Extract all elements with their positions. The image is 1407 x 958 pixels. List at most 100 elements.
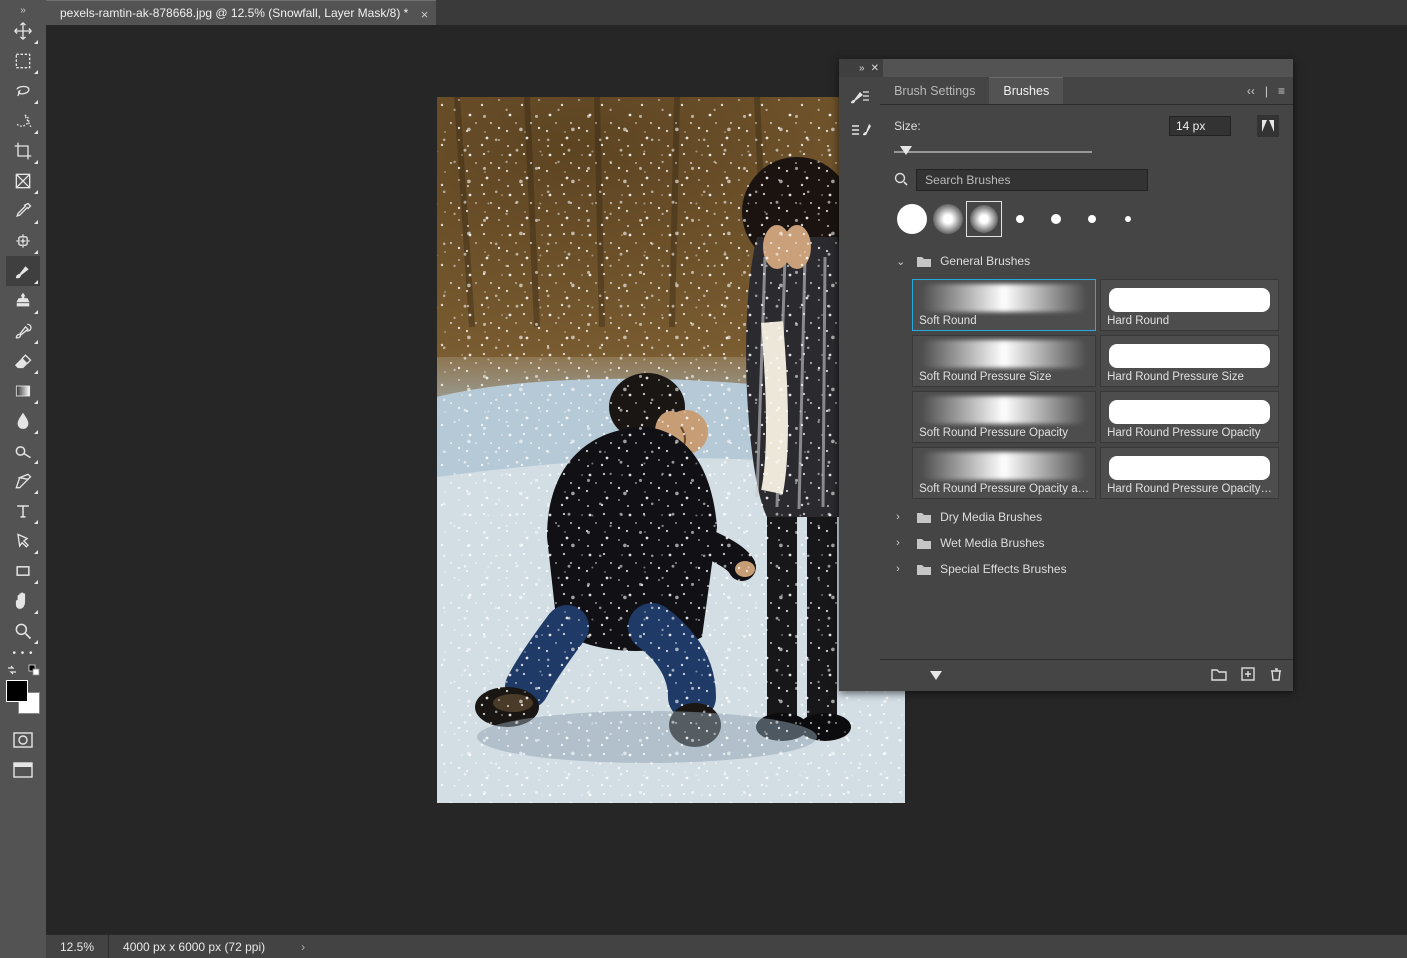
panel-tabs: Brush Settings Brushes ‹‹ | ≡ — [880, 77, 1293, 105]
pen-tool[interactable] — [6, 466, 40, 496]
brush-preset[interactable]: Soft Round Pressure Size — [912, 335, 1096, 387]
brush-tip[interactable] — [1002, 201, 1038, 237]
eyedropper-tool[interactable] — [6, 196, 40, 226]
clone-stamp-tool[interactable] — [6, 286, 40, 316]
rectangle-tool[interactable] — [6, 556, 40, 586]
brush-preset-label: Hard Round Pressure Opacity… — [1101, 480, 1278, 498]
document-tab-title: pexels-ramtin-ak-878668.jpg @ 12.5% (Sno… — [60, 6, 408, 20]
frame-tool[interactable] — [6, 166, 40, 196]
folder-label: Special Effects Brushes — [940, 562, 1067, 576]
tab-brushes[interactable]: Brushes — [989, 77, 1063, 104]
brush-preset[interactable]: Soft Round Pressure Opacity a… — [912, 447, 1096, 499]
document-tabs: pexels-ramtin-ak-878668.jpg @ 12.5% (Sno… — [46, 0, 1407, 26]
brush-tip[interactable] — [966, 201, 1002, 237]
history-brush-tool[interactable] — [6, 316, 40, 346]
chevron-down-icon: ⌄ — [896, 255, 908, 268]
brushes-icon[interactable] — [844, 117, 876, 141]
dodge-tool[interactable] — [6, 436, 40, 466]
type-tool[interactable] — [6, 496, 40, 526]
folder-icon — [916, 536, 932, 550]
quick-mask-icon[interactable] — [13, 732, 33, 748]
tools-panel: » — [0, 0, 46, 958]
status-info-menu-icon[interactable]: › — [301, 940, 305, 954]
folder-icon — [916, 562, 932, 576]
brush-tool[interactable] — [6, 256, 40, 286]
close-panel-icon[interactable]: ✕ — [871, 63, 879, 74]
tab-brush-settings[interactable]: Brush Settings — [880, 77, 989, 104]
new-brush-icon[interactable] — [1241, 667, 1255, 684]
spot-healing-tool[interactable] — [6, 226, 40, 256]
brush-preset[interactable]: Hard Round Pressure Opacity… — [1100, 447, 1279, 499]
brush-preset-label: Hard Round — [1101, 312, 1278, 330]
quick-selection-tool[interactable] — [6, 106, 40, 136]
gradient-tool[interactable] — [6, 376, 40, 406]
hand-tool[interactable] — [6, 586, 40, 616]
close-tab-icon[interactable]: × — [421, 7, 429, 22]
toolbar-expand[interactable]: » — [0, 4, 46, 16]
brush-size-slider[interactable] — [894, 143, 1092, 161]
brush-preset-label: Soft Round Pressure Opacity — [913, 424, 1095, 442]
brush-preset[interactable]: Hard Round Pressure Opacity — [1100, 391, 1279, 443]
folder-general-brushes[interactable]: ⌄ General Brushes — [894, 249, 1279, 273]
folder-label: Dry Media Brushes — [940, 510, 1042, 524]
default-colors-icon[interactable] — [28, 664, 40, 676]
folder-icon — [916, 510, 932, 524]
brush-preset[interactable]: Soft Round — [912, 279, 1096, 331]
preview-size-slider[interactable] — [930, 671, 942, 680]
document-tab[interactable]: pexels-ramtin-ak-878668.jpg @ 12.5% (Sno… — [46, 0, 436, 25]
panel-collapse-icon[interactable]: ‹‹ — [1247, 84, 1255, 98]
folder-label: Wet Media Brushes — [940, 536, 1045, 550]
folder-dry-media[interactable]: › Dry Media Brushes — [894, 505, 1279, 529]
screen-mode-icon[interactable] — [13, 762, 33, 778]
brush-tip[interactable] — [1110, 201, 1146, 237]
zoom-tool[interactable] — [6, 616, 40, 646]
folder-label: General Brushes — [940, 254, 1030, 268]
brush-preset[interactable]: Hard Round Pressure Size — [1100, 335, 1279, 387]
brush-settings-icon[interactable] — [844, 85, 876, 109]
brush-preset[interactable]: Hard Round — [1100, 279, 1279, 331]
panel-divider: | — [1265, 84, 1268, 98]
panel-side-icons — [839, 77, 880, 691]
new-group-icon[interactable] — [1211, 667, 1227, 684]
foreground-color[interactable] — [6, 680, 28, 702]
folder-wet-media[interactable]: › Wet Media Brushes — [894, 531, 1279, 555]
lasso-tool[interactable] — [6, 76, 40, 106]
folder-special-effects[interactable]: › Special Effects Brushes — [894, 557, 1279, 581]
brush-tip[interactable] — [930, 201, 966, 237]
size-label: Size: — [894, 119, 921, 133]
move-tool[interactable] — [6, 16, 40, 46]
eraser-tool[interactable] — [6, 346, 40, 376]
crop-tool[interactable] — [6, 136, 40, 166]
status-bar: 12.5% 4000 px x 6000 px (72 ppi) › — [46, 934, 1407, 958]
blur-tool[interactable] — [6, 406, 40, 436]
chevron-right-icon: › — [896, 563, 908, 575]
canvas-area: » ✕ Brush Settings Brushes ‹‹ — [46, 26, 1407, 934]
brush-preset-label: Soft Round Pressure Opacity a… — [913, 480, 1095, 498]
rectangular-marquee-tool[interactable] — [6, 46, 40, 76]
brush-tip[interactable] — [1038, 201, 1074, 237]
document-canvas[interactable] — [437, 97, 905, 803]
search-icon — [894, 172, 908, 189]
color-swatches[interactable] — [6, 680, 40, 714]
document-info[interactable]: 4000 px x 6000 px (72 ppi) — [109, 940, 279, 954]
brush-preset-label: Soft Round — [913, 312, 1095, 330]
brush-tip[interactable] — [1074, 201, 1110, 237]
brush-preset[interactable]: Soft Round Pressure Opacity — [912, 391, 1096, 443]
brush-tip[interactable] — [894, 201, 930, 237]
zoom-level[interactable]: 12.5% — [46, 935, 109, 958]
search-brushes-input[interactable]: Search Brushes — [916, 169, 1148, 191]
brush-preset-label: Hard Round Pressure Opacity — [1101, 424, 1278, 442]
swap-colors-icon[interactable] — [6, 664, 18, 676]
brush-size-input[interactable]: 14 px — [1169, 116, 1231, 136]
toolbar-overflow[interactable]: • • • — [12, 646, 33, 660]
brushes-panel: » ✕ Brush Settings Brushes ‹‹ — [839, 59, 1293, 691]
delete-brush-icon[interactable] — [1269, 667, 1283, 684]
panel-footer — [880, 659, 1293, 691]
folder-icon — [916, 254, 932, 268]
brush-grid: Soft Round Hard Round Soft Round Pressure … — [912, 279, 1279, 499]
panel-menu-icon[interactable]: ≡ — [1278, 84, 1285, 98]
path-selection-tool[interactable] — [6, 526, 40, 556]
collapse-icon[interactable]: » — [859, 63, 865, 74]
panel-titlebar[interactable]: » ✕ — [839, 59, 883, 77]
flip-brush-icon[interactable] — [1257, 115, 1279, 137]
